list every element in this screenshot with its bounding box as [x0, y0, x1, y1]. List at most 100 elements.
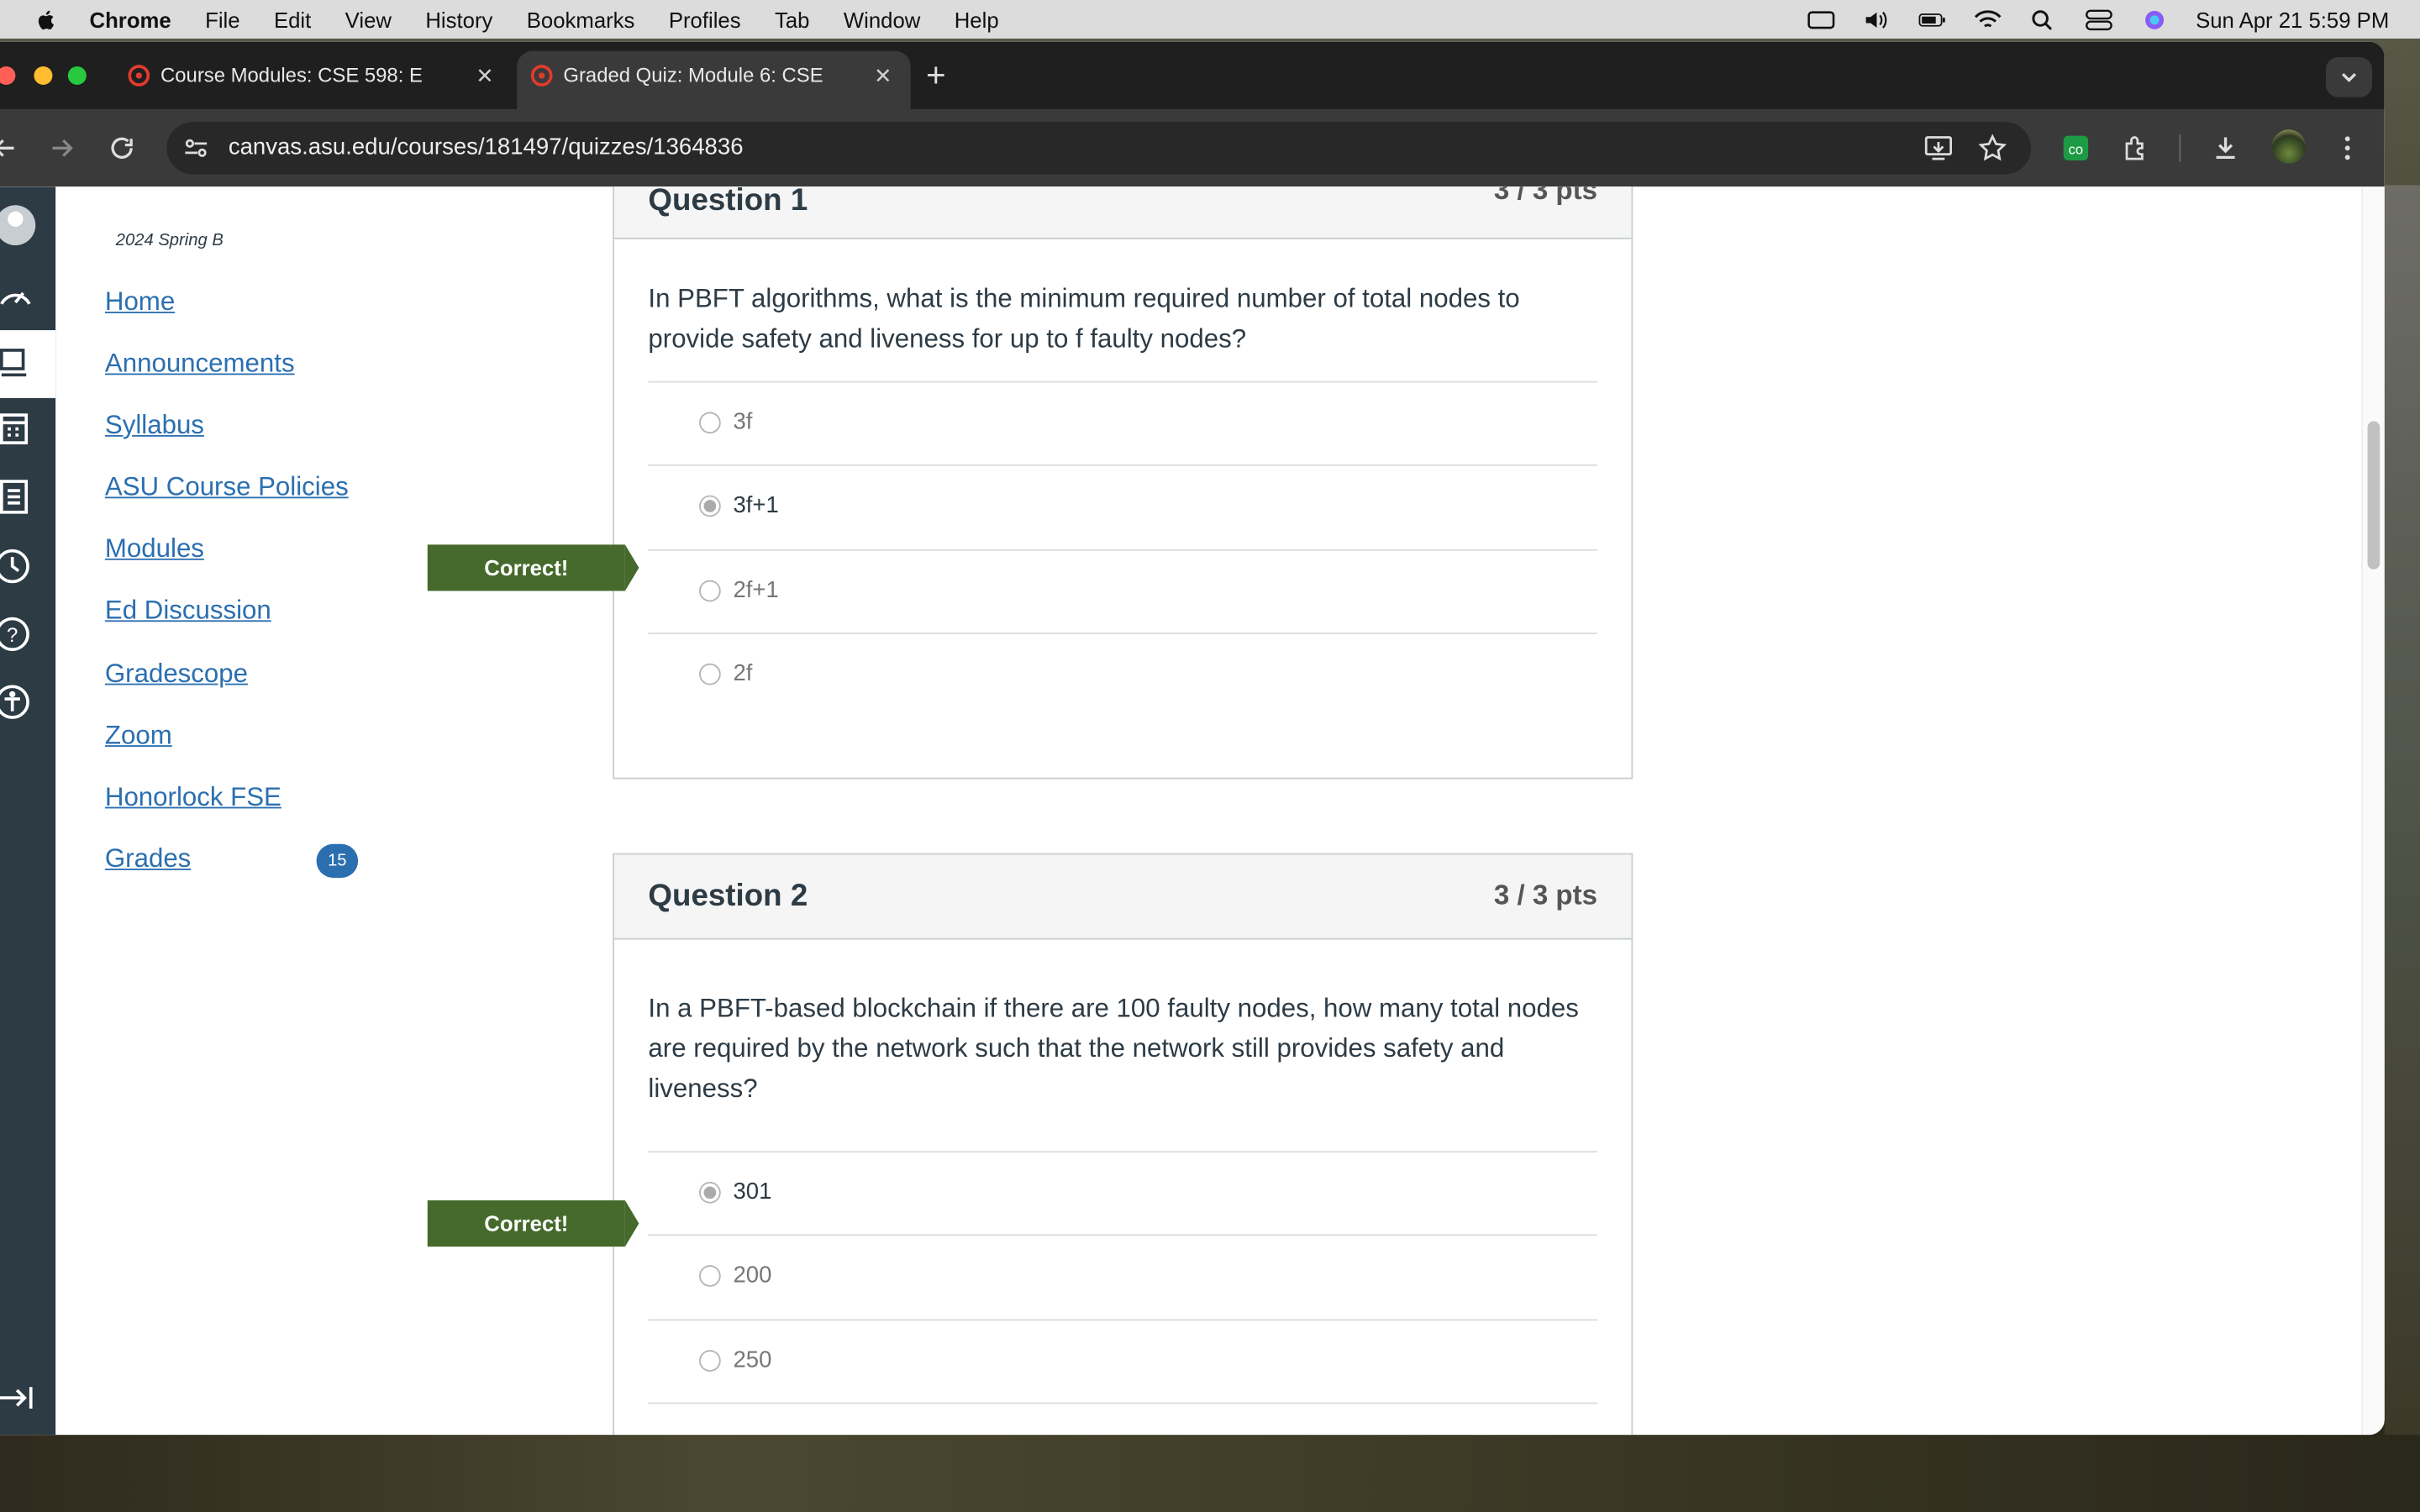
close-tab-icon[interactable]: ✕	[476, 51, 494, 101]
answer-option[interactable]: 3f	[648, 381, 1598, 465]
correct-answer-flag: Correct!	[427, 544, 639, 591]
answer-text: 200	[733, 1262, 772, 1289]
install-app-icon[interactable]	[1923, 134, 1954, 162]
answer-radio[interactable]	[699, 1350, 721, 1372]
accessibility-icon[interactable]	[0, 679, 46, 725]
answer-text: 301	[733, 1179, 772, 1205]
menu-view[interactable]: View	[345, 7, 392, 31]
answer-text: 3f	[733, 408, 753, 435]
profile-avatar[interactable]	[2271, 129, 2307, 164]
menu-history[interactable]: History	[425, 7, 492, 31]
question-text: In PBFT algorithms, what is the minimum …	[648, 283, 1520, 354]
tab-strip: Course Modules: CSE 598: E ✕ Graded Quiz…	[0, 41, 2385, 110]
menu-edit[interactable]: Edit	[274, 7, 311, 31]
menu-app-name[interactable]: Chrome	[90, 7, 171, 31]
course-nav-gradescope[interactable]: Gradescope	[105, 659, 248, 690]
canvas-favicon-icon	[530, 65, 553, 87]
answer-option[interactable]: 200	[648, 1234, 1598, 1317]
collapse-nav-icon[interactable]	[0, 1375, 46, 1421]
course-nav-ed-discussion[interactable]: Ed Discussion	[105, 596, 271, 627]
site-info-icon[interactable]	[182, 134, 210, 162]
course-nav-syllabus[interactable]: Syllabus	[105, 411, 204, 442]
close-tab-icon[interactable]: ✕	[874, 51, 892, 101]
grades-count-badge: 15	[316, 843, 359, 879]
answer-option[interactable]: 2f+1	[648, 549, 1598, 633]
battery-icon[interactable]	[1918, 8, 1945, 30]
menu-file[interactable]: File	[205, 7, 239, 31]
answer-option[interactable]: 2f	[648, 633, 1598, 716]
answer-radio[interactable]	[699, 495, 721, 517]
svg-text:co: co	[2069, 142, 2083, 158]
question-points: 3 / 3 pts	[1493, 186, 1598, 206]
maximize-window-button[interactable]	[67, 66, 87, 86]
help-icon[interactable]: ?	[0, 611, 46, 657]
history-clock-icon[interactable]	[0, 543, 46, 590]
siri-icon[interactable]	[2140, 8, 2168, 30]
extensions-puzzle-icon[interactable]	[2123, 134, 2150, 162]
keyboard-icon[interactable]	[1807, 8, 1834, 30]
course-nav-home[interactable]: Home	[105, 287, 175, 318]
question-text: In a PBFT-based blockchain if there are …	[648, 993, 1579, 1104]
answer-option[interactable]	[648, 1402, 1598, 1436]
answer-text: 3f+1	[733, 491, 779, 519]
control-center-icon[interactable]	[2085, 8, 2112, 30]
correct-answer-flag: Correct!	[427, 1200, 639, 1247]
address-bar[interactable]: canvas.asu.edu/courses/181497/quizzes/13…	[166, 122, 2032, 175]
menu-profiles[interactable]: Profiles	[669, 7, 741, 31]
courses-icon[interactable]	[0, 341, 46, 387]
canvas-global-nav: ?	[0, 186, 56, 1436]
course-nav-honorlock-fse[interactable]: Honorlock FSE	[105, 782, 281, 813]
course-nav-modules[interactable]: Modules	[105, 534, 204, 565]
bookmark-star-icon[interactable]	[1978, 134, 2007, 162]
answer-radio[interactable]	[699, 580, 721, 602]
question-1-card: Question 1 3 / 3 pts In PBFT algorithms,…	[613, 186, 1634, 780]
answer-option[interactable]: 301	[648, 1151, 1598, 1234]
answer-radio[interactable]	[699, 412, 721, 434]
back-arrow-icon[interactable]	[0, 134, 18, 162]
downloads-icon[interactable]	[2212, 134, 2239, 162]
menu-tab[interactable]: Tab	[775, 7, 809, 31]
course-nav-announcements[interactable]: Announcements	[105, 349, 295, 380]
tab-graded-quiz[interactable]: Graded Quiz: Module 6: CSE ✕	[517, 50, 911, 110]
tab-title: Course Modules: CSE 598: E	[160, 63, 423, 87]
course-nav-asu-course-policies[interactable]: ASU Course Policies	[105, 472, 349, 503]
forward-arrow-icon[interactable]	[48, 134, 76, 162]
volume-icon[interactable]	[1862, 8, 1890, 30]
wifi-icon[interactable]	[1974, 8, 2002, 30]
answer-option[interactable]: 250	[648, 1319, 1598, 1402]
menu-help[interactable]: Help	[955, 7, 999, 31]
course-nav-grades[interactable]: Grades	[105, 844, 191, 875]
question-header: Question 2 3 / 3 pts	[614, 854, 1632, 940]
calendar-icon[interactable]	[0, 407, 46, 454]
answer-radio[interactable]	[699, 1181, 721, 1204]
answer-radio[interactable]	[699, 1265, 721, 1287]
extension-green-icon[interactable]: co	[2062, 134, 2090, 162]
menu-window[interactable]: Window	[844, 7, 920, 31]
reload-icon[interactable]	[108, 134, 136, 162]
menubar-clock[interactable]: Sun Apr 21 5:59 PM	[2196, 7, 2389, 31]
chevron-down-icon	[2341, 72, 2357, 82]
scrollbar-thumb[interactable]	[2367, 421, 2381, 570]
spotlight-search-icon[interactable]	[2029, 8, 2057, 30]
more-options-icon[interactable]	[2333, 134, 2361, 162]
answer-radio[interactable]	[699, 663, 721, 685]
minimize-window-button[interactable]	[34, 66, 53, 86]
menu-bookmarks[interactable]: Bookmarks	[527, 7, 635, 31]
new-tab-button[interactable]: +	[926, 56, 946, 94]
close-window-button[interactable]	[0, 66, 16, 86]
svg-text:?: ?	[7, 624, 18, 647]
inbox-icon[interactable]	[0, 475, 46, 522]
tab-course-modules[interactable]: Course Modules: CSE 598: E ✕	[114, 51, 513, 110]
account-icon[interactable]	[0, 202, 46, 249]
question-title: Question 1	[648, 186, 808, 218]
page-scrollbar[interactable]	[2361, 186, 2385, 1436]
dashboard-icon[interactable]	[0, 271, 46, 318]
answer-option[interactable]: 3f+1	[648, 464, 1598, 548]
tab-title: Graded Quiz: Module 6: CSE	[563, 63, 823, 87]
tab-search-button[interactable]	[2325, 56, 2373, 97]
course-nav-zoom[interactable]: Zoom	[105, 721, 172, 752]
apple-icon[interactable]	[34, 7, 58, 31]
browser-window: Course Modules: CSE 598: E ✕ Graded Quiz…	[0, 41, 2385, 1436]
macos-menu-bar: Chrome File Edit View History Bookmarks …	[0, 0, 2420, 39]
url-text: canvas.asu.edu/courses/181497/quizzes/13…	[228, 134, 744, 161]
